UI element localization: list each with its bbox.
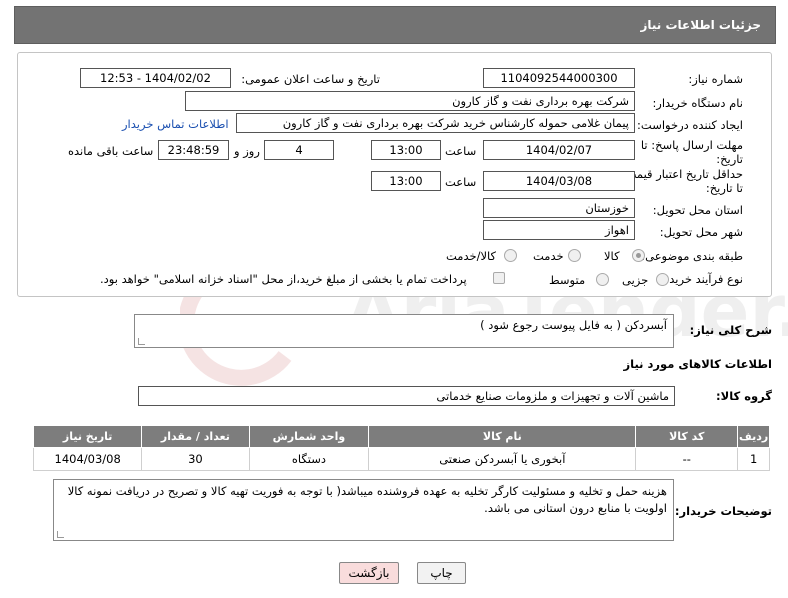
creator-field: پیمان غلامی حموله کارشناس خرید شرکت بهره… bbox=[236, 113, 635, 133]
cell-quantity: 30 bbox=[141, 447, 250, 471]
table-row: 1 -- آبخوری یا آبسردکن صنعتی دستگاه 30 1… bbox=[32, 447, 770, 471]
deadline-label: مهلت ارسال پاسخ: تا bbox=[640, 138, 743, 152]
treasury-payment-checkbox[interactable] bbox=[493, 272, 505, 284]
cell-unit: دستگاه bbox=[248, 447, 370, 471]
province-label: استان محل تحویل: bbox=[652, 203, 743, 217]
deadline-time-label: ساعت bbox=[445, 144, 477, 158]
remaining-time-field: 23:48:59 bbox=[158, 140, 229, 160]
col-item-name: نام کالا bbox=[368, 425, 637, 448]
goods-section-title: اطلاعات کالاهای مورد نیاز bbox=[623, 357, 772, 371]
deadline-date-field: 1404/02/07 bbox=[483, 140, 635, 160]
buyer-notes-textarea[interactable]: هزینه حمل و تخلیه و مسئولیت کارگر تخلیه … bbox=[53, 479, 674, 541]
process-radio-minor[interactable] bbox=[656, 273, 669, 286]
page-header: جزئیات اطلاعات نیاز bbox=[14, 6, 776, 44]
page-title: جزئیات اطلاعات نیاز bbox=[640, 18, 761, 32]
process-label: نوع فرآیند خرید : bbox=[661, 272, 743, 286]
goods-table: ردیف کد کالا نام کالا واحد شمارش تعداد /… bbox=[32, 425, 770, 471]
col-quantity: تعداد / مقدار bbox=[141, 425, 250, 448]
col-unit: واحد شمارش bbox=[248, 425, 370, 448]
category-option-both: کالا/خدمت bbox=[446, 249, 497, 263]
goods-group-label: گروه کالا: bbox=[716, 389, 772, 403]
category-option-service: خدمت bbox=[533, 249, 564, 263]
process-radio-medium[interactable] bbox=[596, 273, 609, 286]
category-option-goods: کالا bbox=[604, 249, 620, 263]
need-number-field: 1104092544000300 bbox=[483, 68, 635, 88]
description-text: آبسردکن ( به فایل پیوست رجوع شود ) bbox=[480, 318, 667, 332]
validity-label: حداقل تاریخ اعتبار قیمت: bbox=[621, 167, 743, 181]
validity-date-field: 1404/03/08 bbox=[483, 171, 635, 191]
buyer-notes-label: توضیحات خریدار: bbox=[674, 504, 772, 518]
city-field: اهواز bbox=[483, 220, 635, 240]
cell-row-number: 1 bbox=[737, 447, 770, 471]
days-label: روز و bbox=[234, 144, 260, 158]
announce-field: 1404/02/02 - 12:53 bbox=[80, 68, 231, 88]
creator-label: ایجاد کننده درخواست: bbox=[637, 118, 743, 132]
validity-time-field: 13:00 bbox=[371, 171, 441, 191]
buyer-org-label: نام دستگاه خریدار: bbox=[652, 96, 743, 110]
category-radio-goods[interactable] bbox=[632, 249, 645, 262]
announce-label: تاریخ و ساعت اعلان عمومی: bbox=[241, 72, 380, 86]
remaining-label: ساعت باقی مانده bbox=[68, 144, 154, 158]
cell-item-name: آبخوری یا آبسردکن صنعتی bbox=[368, 447, 637, 471]
cell-need-date: 1404/03/08 bbox=[32, 447, 143, 471]
validity-label-2: تا تاریخ: bbox=[705, 181, 743, 195]
print-button[interactable]: چاپ bbox=[417, 562, 466, 584]
col-row-number: ردیف bbox=[737, 425, 770, 448]
cell-item-code: -- bbox=[635, 447, 739, 471]
deadline-time-field: 13:00 bbox=[371, 140, 441, 160]
contact-buyer-link[interactable]: اطلاعات تماس خریدار bbox=[122, 117, 229, 131]
goods-group-field: ماشین آلات و تجهیزات و ملزومات صنایع خدم… bbox=[138, 386, 675, 406]
province-field: خوزستان bbox=[483, 198, 635, 218]
buyer-notes-text: هزینه حمل و تخلیه و مسئولیت کارگر تخلیه … bbox=[67, 484, 667, 515]
resize-handle-icon[interactable] bbox=[138, 338, 145, 345]
table-header-row: ردیف کد کالا نام کالا واحد شمارش تعداد /… bbox=[32, 425, 770, 448]
category-radio-service[interactable] bbox=[568, 249, 581, 262]
payment-note: پرداخت تمام یا بخشی از مبلغ خرید،از محل … bbox=[100, 272, 467, 286]
col-item-code: کد کالا bbox=[635, 425, 739, 448]
category-radio-both[interactable] bbox=[504, 249, 517, 262]
process-option-minor: جزیی bbox=[622, 273, 649, 287]
col-need-date: تاریخ نیاز bbox=[32, 425, 143, 448]
description-textarea[interactable]: آبسردکن ( به فایل پیوست رجوع شود ) bbox=[134, 314, 674, 348]
resize-handle-icon[interactable] bbox=[57, 531, 64, 538]
city-label: شهر محل تحویل: bbox=[659, 225, 743, 239]
buyer-org-field: شرکت بهره برداری نفت و گاز کارون bbox=[185, 91, 635, 111]
days-field: 4 bbox=[264, 140, 334, 160]
category-label: طبقه بندی موضوعی: bbox=[641, 249, 743, 263]
validity-time-label: ساعت bbox=[445, 175, 477, 189]
back-button[interactable]: بازگشت bbox=[339, 562, 399, 584]
process-option-medium: متوسط bbox=[549, 273, 586, 287]
deadline-label-2: تاریخ: bbox=[716, 152, 743, 166]
description-label: شرح کلی نیاز: bbox=[689, 323, 772, 337]
need-number-label: شماره نیاز: bbox=[688, 72, 743, 86]
